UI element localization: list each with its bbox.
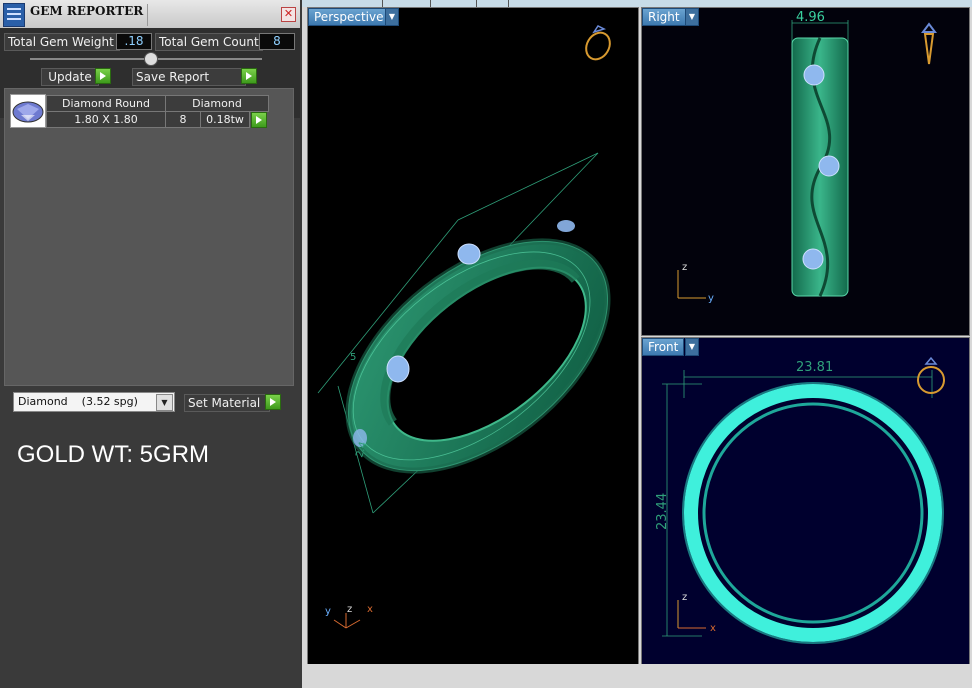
title-divider — [147, 4, 148, 26]
perspective-ring-render: 2.4 5 y z x — [317, 25, 611, 629]
set-material-go-arrow-icon[interactable] — [265, 394, 281, 410]
gem-weight-cell: 0.18tw — [200, 111, 250, 128]
total-gem-weight-value: .18 — [116, 33, 152, 50]
viewport-tab-strip — [302, 0, 972, 7]
save-report-go-arrow-icon[interactable] — [241, 68, 257, 84]
right-ring-render: 4.96 z y — [677, 10, 937, 304]
right-axis-z-label: z — [682, 262, 687, 273]
chevron-down-icon[interactable]: ▼ — [156, 394, 173, 411]
panel-title: GEM REPORTER — [30, 4, 144, 18]
gem-row-go-arrow-icon[interactable] — [251, 112, 267, 128]
panel-titlebar: GEM REPORTER ✕ — [0, 0, 300, 29]
ring-orientation-icon — [585, 25, 611, 61]
gem-shape-header: Diamond Round — [46, 95, 166, 112]
front-ring-icon — [917, 356, 945, 394]
front-ring-render: 23.81 23.44 z x — [655, 356, 945, 644]
gold-weight-note: GOLD WT: 5GRM — [17, 441, 210, 468]
axis-z-label: z — [347, 604, 352, 615]
total-gem-weight-label: Total Gem Weight — [4, 33, 120, 51]
diamond-cone-icon — [921, 22, 937, 65]
axis-y-label: y — [325, 606, 331, 617]
front-view-chevron-down-icon[interactable]: ▼ — [685, 338, 699, 356]
right-view-label[interactable]: Right — [642, 8, 686, 26]
diamond-round-thumbnail-icon[interactable] — [10, 94, 46, 128]
panel-slider-handle[interactable] — [144, 52, 158, 66]
perspective-view-chevron-down-icon[interactable]: ▼ — [385, 8, 399, 26]
gem-list — [4, 88, 294, 386]
axis-x-label: x — [367, 604, 373, 615]
right-width-dimension: 4.96 — [796, 10, 825, 25]
close-icon[interactable]: ✕ — [281, 7, 296, 22]
front-width-dimension: 23.81 — [796, 360, 833, 375]
total-gem-count-value: 8 — [259, 33, 295, 50]
gem-reporter-app-icon — [3, 3, 25, 27]
material-select-value: Diamond (3.52 spg) — [18, 395, 138, 408]
front-axis-x-label: x — [710, 623, 716, 634]
right-view-chevron-down-icon[interactable]: ▼ — [685, 8, 699, 26]
gem-type-header: Diamond — [165, 95, 269, 112]
bottom-margin — [302, 664, 972, 688]
front-height-dimension: 23.44 — [655, 493, 670, 530]
set-material-button[interactable]: Set Material — [184, 394, 270, 412]
update-button[interactable]: Update — [41, 68, 99, 86]
perspective-viewport[interactable]: 2.4 5 y z x Perspective ▼ — [307, 7, 639, 665]
total-gem-count-label: Total Gem Count — [155, 33, 263, 51]
front-viewport[interactable]: 23.81 23.44 z x Front ▼ — [641, 337, 970, 666]
right-axis-y-label: y — [708, 293, 714, 304]
perspective-view-label[interactable]: Perspective — [308, 8, 390, 26]
front-axis-z-label: z — [682, 592, 687, 603]
save-report-button[interactable]: Save Report — [132, 68, 246, 86]
front-view-label[interactable]: Front — [642, 338, 685, 356]
update-go-arrow-icon[interactable] — [95, 68, 111, 84]
material-select[interactable]: Diamond (3.52 spg) ▼ — [13, 392, 175, 412]
right-viewport[interactable]: 4.96 z y Right ▼ — [641, 7, 970, 336]
gem-count-cell: 8 — [165, 111, 201, 128]
perspective-width-dimension: 5 — [350, 352, 356, 363]
gem-size-cell: 1.80 X 1.80 — [46, 111, 166, 128]
